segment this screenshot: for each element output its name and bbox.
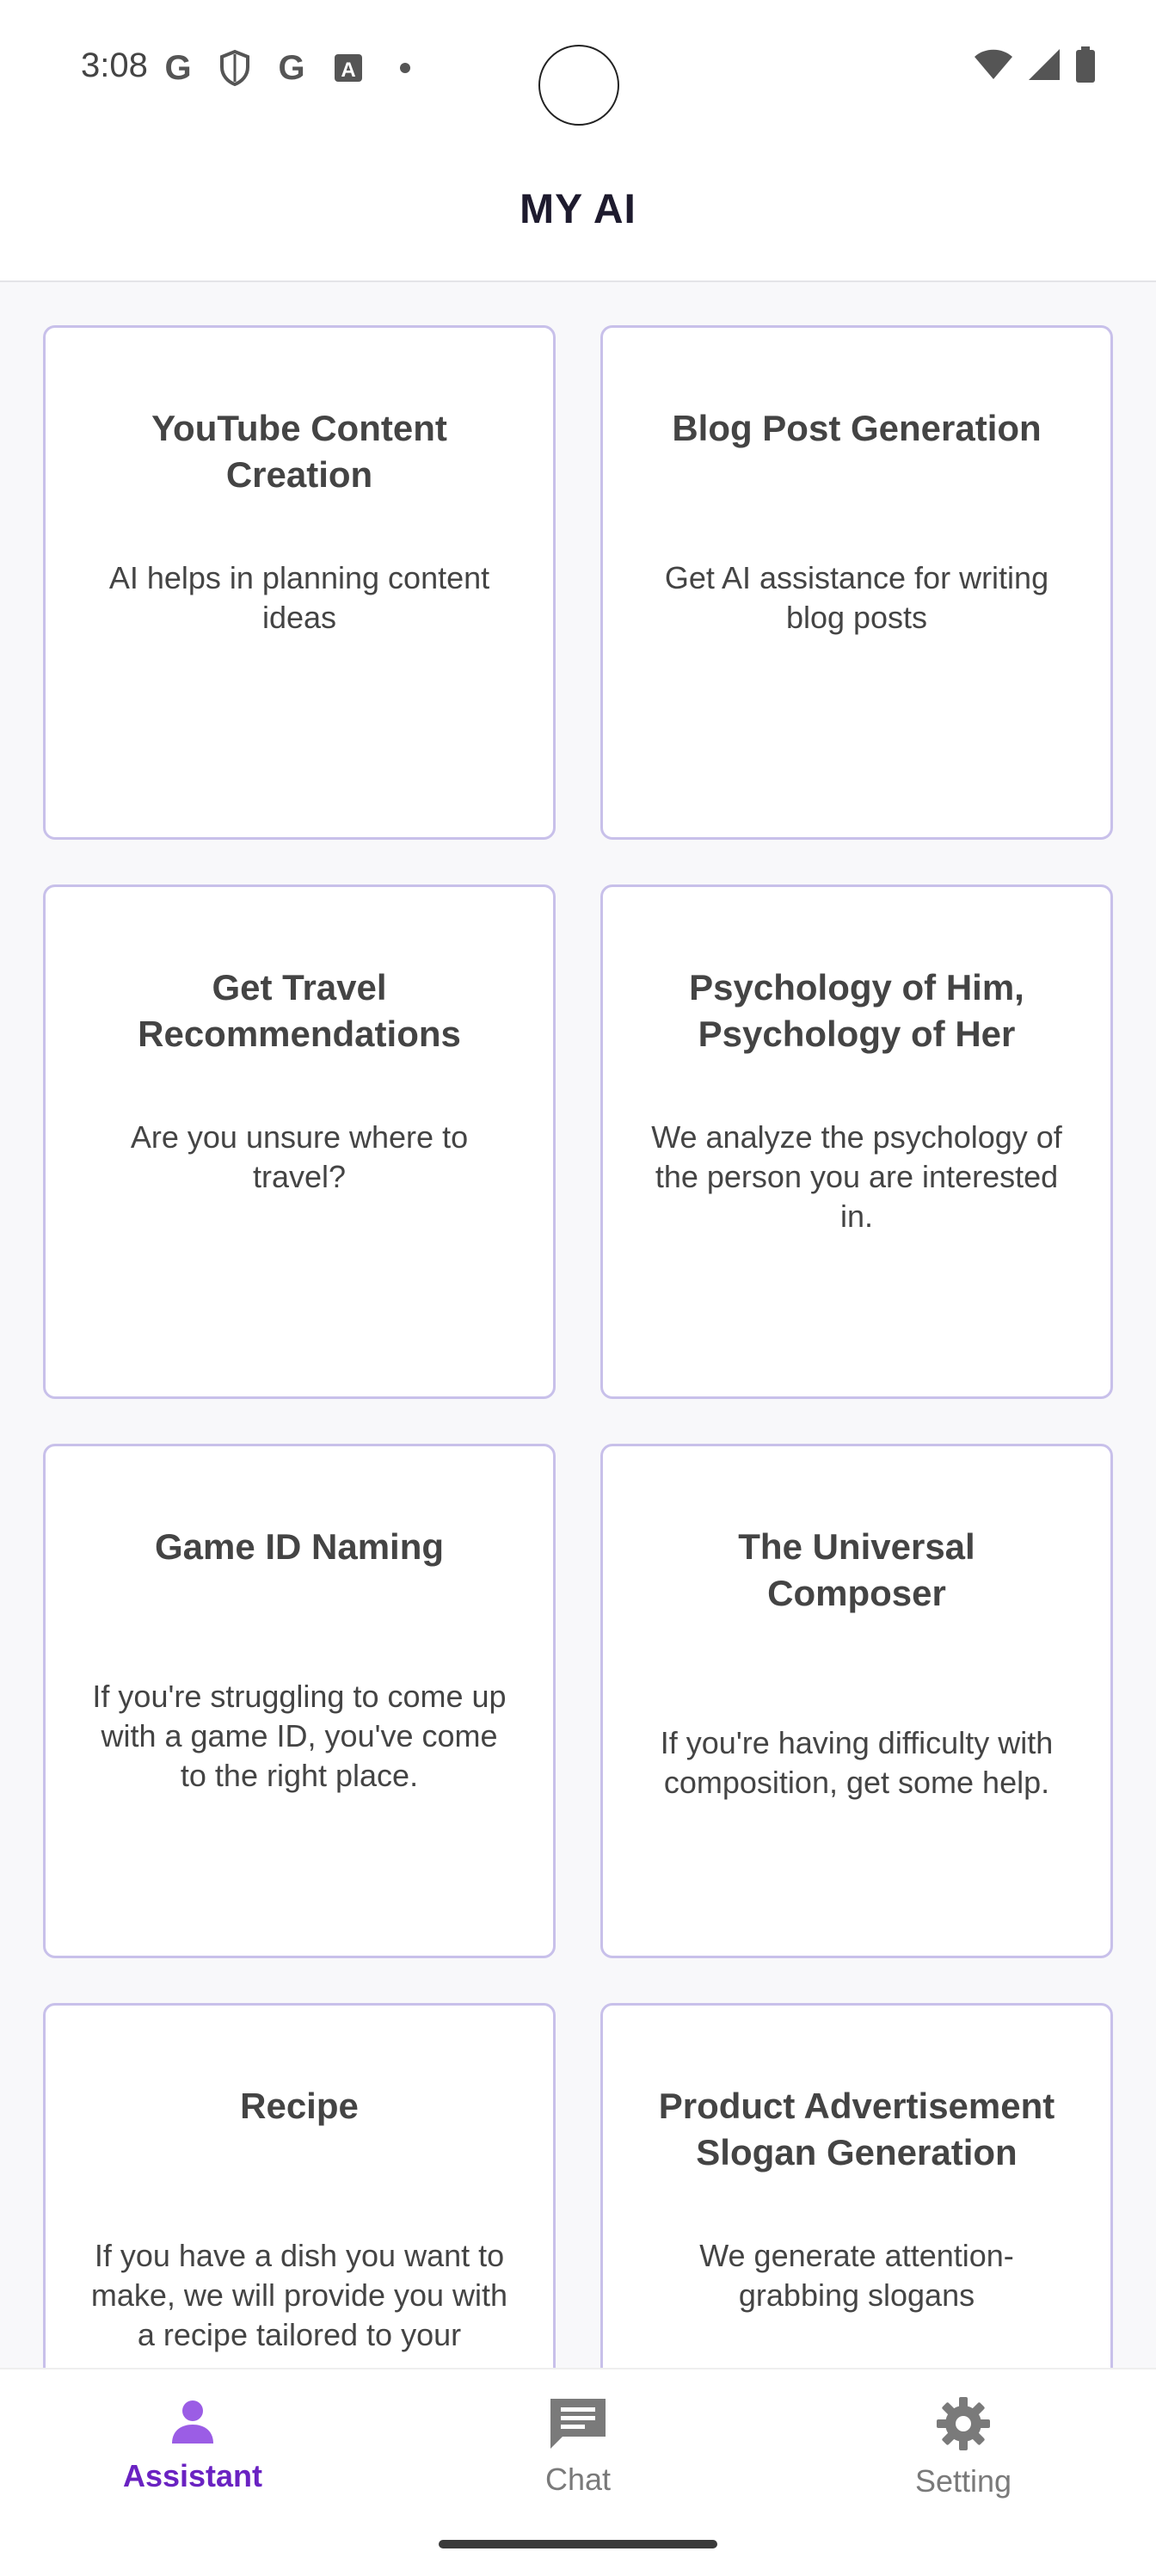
card-game-id-naming[interactable]: Game ID Naming If you're struggling to c… xyxy=(43,1444,556,1958)
card-title: Recipe xyxy=(240,2086,359,2126)
app-bar: MY AI xyxy=(0,138,1156,282)
card-title: Blog Post Generation xyxy=(672,408,1042,448)
card-title: YouTube Content Creation xyxy=(151,408,447,495)
nav-item-assistant[interactable]: Assistant xyxy=(64,2395,322,2494)
card-psychology[interactable]: Psychology of Him, Psychology of Her We … xyxy=(600,884,1113,1399)
card-description: If you're struggling to come up with a g… xyxy=(92,1679,507,1793)
shield-icon xyxy=(215,48,255,88)
card-description: We analyze the psychology of the person … xyxy=(651,1119,1062,1234)
card-title: Game ID Naming xyxy=(154,1526,445,1567)
card-recipe[interactable]: Recipe If you have a dish you want to ma… xyxy=(43,2003,556,2368)
camera-cutout xyxy=(538,45,619,126)
card-description: AI helps in planning content ideas xyxy=(108,560,490,635)
card-title: Get Travel Recommendations xyxy=(138,967,461,1054)
battery-icon xyxy=(1075,46,1096,87)
nav-item-setting[interactable]: Setting xyxy=(834,2395,1092,2499)
card-youtube-content-creation[interactable]: YouTube Content Creation AI helps in pla… xyxy=(43,325,556,840)
nav-label: Chat xyxy=(544,2462,612,2497)
nav-item-chat[interactable]: Chat xyxy=(449,2395,707,2498)
status-bar: 3:08 G G A xyxy=(0,0,1156,138)
card-blog-post-generation[interactable]: Blog Post Generation Get AI assistance f… xyxy=(600,325,1113,840)
nav-label: Assistant xyxy=(122,2458,263,2493)
dot-icon xyxy=(385,48,425,88)
home-indicator[interactable] xyxy=(439,2540,717,2548)
card-description: If you're having difficulty with composi… xyxy=(660,1725,1054,1800)
card-description: We generate attention-grabbing slogans xyxy=(699,2238,1014,2313)
nav-label: Setting xyxy=(914,2463,1012,2499)
card-travel-recommendations[interactable]: Get Travel Recommendations Are you unsur… xyxy=(43,884,556,1399)
wifi-icon xyxy=(974,48,1013,85)
person-icon xyxy=(167,2395,218,2451)
card-title: Product Advertisement Slogan Generation xyxy=(658,2086,1055,2172)
google-icon: G xyxy=(164,48,192,87)
card-slogan-generation[interactable]: Product Advertisement Slogan Generation … xyxy=(600,2003,1113,2368)
google-icon: G xyxy=(278,48,305,87)
card-grid: YouTube Content Creation AI helps in pla… xyxy=(43,325,1113,2368)
card-universal-composer[interactable]: The Universal Composer If you're having … xyxy=(600,1444,1113,1958)
status-icons-right xyxy=(974,46,1096,87)
page-title: MY AI xyxy=(520,186,636,232)
chat-icon xyxy=(547,2395,609,2455)
card-title: Psychology of Him, Psychology of Her xyxy=(689,967,1024,1054)
card-description: Are you unsure where to travel? xyxy=(130,1119,469,1194)
svg-text:A: A xyxy=(341,59,355,82)
card-title: The Universal Composer xyxy=(738,1526,975,1613)
card-description: If you have a dish you want to make, we … xyxy=(90,2238,508,2352)
gear-icon xyxy=(935,2395,992,2456)
status-time: 3:08 xyxy=(81,46,148,84)
card-description: Get AI assistance for writing blog posts xyxy=(664,560,1049,635)
signal-icon xyxy=(1027,47,1061,86)
status-icons-left: G G A xyxy=(158,48,425,88)
font-icon: A xyxy=(329,48,368,88)
assistant-card-list[interactable]: YouTube Content Creation AI helps in pla… xyxy=(0,282,1156,2368)
